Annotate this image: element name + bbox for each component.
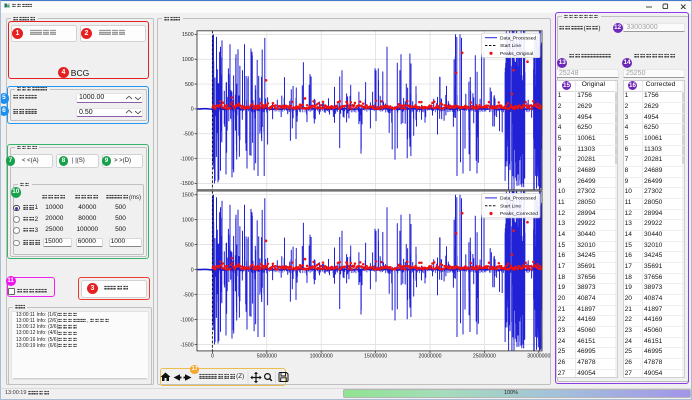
svg-text:20000000: 20000000 [418, 353, 441, 359]
svg-text:1500: 1500 [182, 32, 194, 38]
svg-text:-1000: -1000 [180, 156, 193, 162]
svg-text:1500: 1500 [182, 193, 194, 199]
svg-text:1000: 1000 [182, 57, 194, 63]
svg-text:-1500: -1500 [180, 342, 193, 348]
svg-text:Peaks_Corrected: Peaks_Corrected [500, 211, 538, 217]
svg-text:1000: 1000 [182, 217, 194, 223]
svg-text:Start Line: Start Line [500, 43, 521, 49]
svg-text:10000000: 10000000 [310, 353, 333, 359]
svg-text:Peaks_Original: Peaks_Original [500, 51, 533, 57]
svg-text:500: 500 [185, 242, 194, 248]
svg-text:Data_Processed: Data_Processed [500, 35, 536, 41]
svg-text:-1500: -1500 [180, 181, 193, 187]
svg-text:5000000: 5000000 [257, 353, 277, 359]
svg-text:-1000: -1000 [180, 317, 193, 323]
svg-text:30000000: 30000000 [527, 353, 550, 359]
svg-text:-500: -500 [183, 292, 193, 298]
svg-text:-500: -500 [183, 132, 193, 138]
svg-text:15000000: 15000000 [364, 353, 387, 359]
svg-text:0: 0 [191, 267, 194, 273]
svg-text:0: 0 [191, 107, 194, 113]
svg-text:Data_Processed: Data_Processed [500, 196, 536, 202]
svg-text:500: 500 [185, 82, 194, 88]
svg-text:25000000: 25000000 [473, 353, 496, 359]
svg-text:0: 0 [211, 353, 214, 359]
svg-text:Start Line: Start Line [500, 203, 521, 209]
